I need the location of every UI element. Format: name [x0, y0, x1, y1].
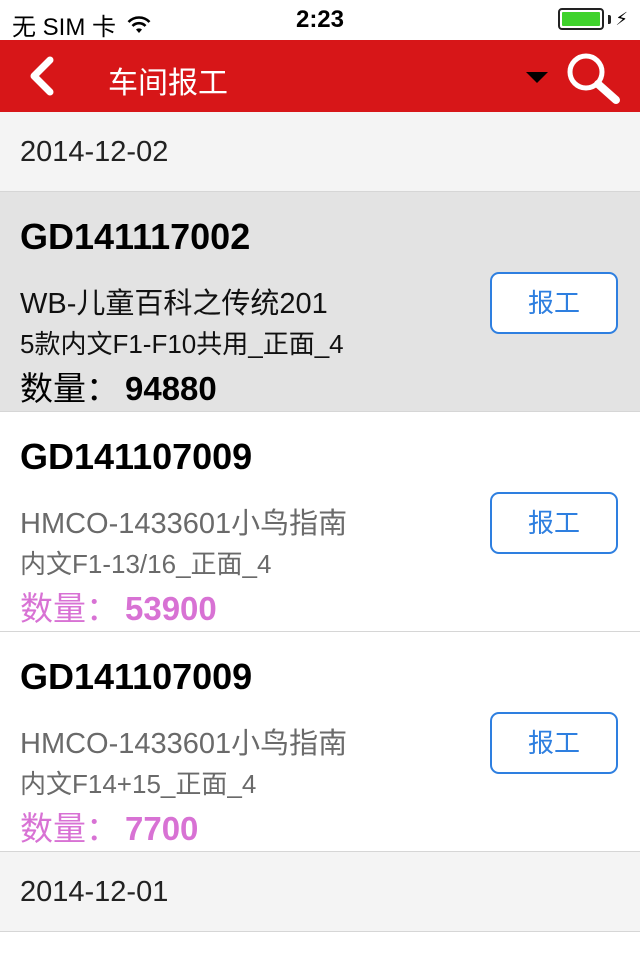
search-icon[interactable] — [562, 50, 622, 106]
order-code: GD141117002 — [20, 216, 251, 257]
report-button[interactable]: 报工 — [490, 712, 618, 774]
battery-tip — [608, 14, 612, 24]
order-title: HMCO-1433601小鸟指南 — [20, 728, 348, 760]
back-chevron-icon[interactable] — [22, 54, 66, 98]
quantity-label: 数量： — [20, 590, 119, 627]
quantity-label: 数量： — [20, 810, 119, 847]
report-button[interactable]: 报工 — [490, 492, 618, 554]
list-item[interactable]: GD141117002 WB-儿童百科之传统201 5款内文F1-F10共用_正… — [0, 192, 640, 412]
quantity-value: 7700 — [125, 810, 199, 847]
page-title: 车间报工 — [108, 67, 228, 100]
order-subtitle: 内文F14+15_正面_4 — [20, 769, 257, 799]
quantity-value: 94880 — [125, 370, 217, 407]
quantity-value: 53900 — [125, 590, 217, 627]
navigation-bar: 车间报工 — [0, 40, 640, 112]
battery-fill — [562, 12, 601, 26]
clock: 2:23 — [295, 6, 345, 33]
order-subtitle: 5款内文F1-F10共用_正面_4 — [20, 329, 344, 359]
list-item[interactable]: GD141107009 HMCO-1433601小鸟指南 内文F14+15_正面… — [0, 632, 640, 852]
battery-icon — [558, 8, 605, 30]
dropdown-triangle-icon[interactable] — [526, 72, 548, 83]
report-button[interactable]: 报工 — [490, 272, 618, 334]
battery-group: ⚡ — [558, 8, 628, 30]
quantity: 数量： 53900 — [20, 582, 217, 630]
order-title: WB-儿童百科之传统201 — [20, 288, 328, 320]
charging-bolt-icon: ⚡ — [615, 9, 628, 29]
quantity: 数量： 94880 — [20, 362, 217, 410]
quantity-label: 数量： — [20, 370, 119, 407]
status-bar: 无 SIM 卡 2:23 ⚡ — [0, 0, 640, 41]
date-section-header: 2014-12-02 — [0, 112, 640, 192]
date-section-header: 2014-12-01 — [0, 852, 640, 932]
order-code: GD141107009 — [20, 656, 253, 697]
list-item[interactable]: GD141107009 HMCO-1433601小鸟指南 内文F1-13/16_… — [0, 412, 640, 632]
quantity: 数量： 7700 — [20, 802, 198, 850]
order-code: GD141107009 — [20, 436, 253, 477]
order-title: HMCO-1433601小鸟指南 — [20, 508, 348, 540]
order-subtitle: 内文F1-13/16_正面_4 — [20, 549, 272, 579]
